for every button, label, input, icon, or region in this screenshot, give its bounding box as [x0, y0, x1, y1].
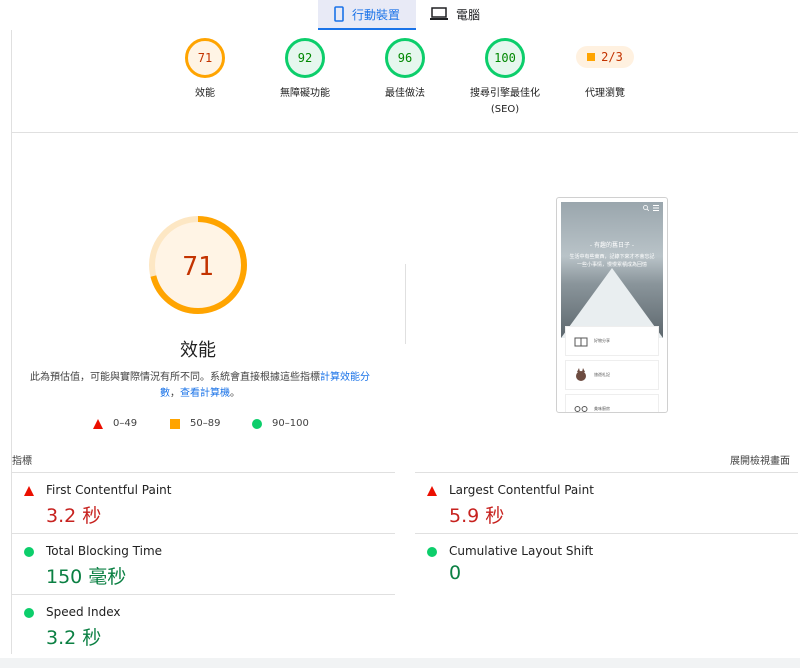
metric-fcp: First Contentful Paint 3.2 秒: [12, 472, 395, 533]
gauge-pwa[interactable]: 2/3: [576, 46, 634, 68]
metric-name: First Contentful Paint: [46, 483, 172, 497]
vertical-divider: [405, 264, 406, 344]
gauge-best-practices[interactable]: 96: [385, 38, 425, 78]
card-label: 好物分享: [594, 338, 610, 343]
gauge-label-pwa: 代理瀏覽: [585, 88, 625, 99]
card-1: 好物分享: [565, 326, 659, 356]
legend-range: 50–89: [190, 418, 221, 429]
square-icon: [587, 53, 596, 61]
legend-range: 90–100: [272, 418, 309, 429]
metrics-label: 指標: [12, 456, 32, 467]
desktop-icon: [430, 7, 448, 20]
metric-tbt: Total Blocking Time 150 毫秒: [12, 533, 395, 594]
gauge-label-best-practices: 最佳做法: [385, 88, 425, 99]
cat-icon: [576, 368, 586, 381]
tab-desktop-label: 電腦: [456, 7, 481, 22]
hero-title: - 有趣的舊日子 -: [589, 242, 635, 249]
metric-name: Cumulative Layout Shift: [449, 544, 594, 558]
legend-pass: 90–100: [252, 418, 309, 429]
view-calculator-link[interactable]: 查看計算機: [180, 388, 230, 399]
bottom-bar: [0, 658, 800, 668]
card-label: 旅遊札記: [594, 372, 610, 377]
pwa-value: 2/3: [601, 50, 623, 64]
tab-mobile-label: 行動裝置: [351, 7, 400, 22]
tab-mobile[interactable]: 行動裝置: [318, 0, 416, 30]
page-screenshot[interactable]: - 有趣的舊日子 - 生活中有些東西，記錄下來才不會忘記 一些小事情，慢慢累積成…: [556, 197, 668, 413]
gauge-performance[interactable]: 71: [185, 38, 225, 78]
section-divider: [12, 132, 798, 133]
metric-name: Largest Contentful Paint: [449, 483, 594, 497]
glasses-icon: [574, 406, 588, 412]
gauge-label-seo-line1: 搜尋引擎最佳化: [470, 88, 540, 99]
box-icon: [574, 337, 588, 347]
device-tabs: 行動裝置 電腦: [0, 0, 800, 30]
gauge-label-seo: 搜尋引擎最佳化 (SEO): [455, 86, 555, 118]
metric-value: 5.9 秒: [449, 505, 505, 527]
metric-value: 3.2 秒: [46, 627, 102, 649]
triangle-icon: [24, 486, 34, 496]
desc-sep: ，: [170, 388, 180, 399]
metric-value: 3.2 秒: [46, 505, 102, 527]
metric-value: 150 毫秒: [46, 566, 127, 588]
legend-average: 50–89: [170, 418, 220, 429]
triangle-icon: [93, 418, 103, 429]
desc-text: 此為預估值，可能與實際情況有所不同。系統會直接根據這些指標: [30, 372, 320, 383]
performance-description: 此為預估值，可能與實際情況有所不同。系統會直接根據這些指標計算效能分數，查看計算…: [30, 370, 370, 402]
gauge-score: 92: [297, 51, 313, 65]
search-icon: [643, 205, 649, 211]
card-3: 美味廚房: [565, 394, 659, 412]
hero-line-1: 生活中有些東西，記錄下來才不會忘記: [569, 254, 655, 260]
menu-icon: [653, 205, 659, 211]
gauge-accessibility[interactable]: 92: [285, 38, 325, 78]
circle-icon: [252, 418, 262, 429]
metric-lcp: Largest Contentful Paint 5.9 秒: [415, 472, 798, 533]
card-label: 美味廚房: [594, 406, 610, 411]
tab-desktop[interactable]: 電腦: [430, 0, 510, 28]
hero-image: - 有趣的舊日子 - 生活中有些東西，記錄下來才不會忘記 一些小事情，慢慢累積成…: [561, 202, 663, 338]
expand-view-toggle[interactable]: 展開檢視畫面: [730, 452, 790, 467]
square-icon: [170, 418, 180, 429]
gauge-label-seo-line2: (SEO): [490, 104, 520, 115]
gauge-label-performance: 效能: [195, 88, 215, 99]
gauge-score: 71: [197, 51, 213, 65]
gauge-score: 100: [494, 51, 516, 65]
circle-icon: [24, 547, 34, 557]
performance-gauge: 71: [149, 216, 247, 314]
circle-icon: [24, 608, 34, 618]
card-2: 旅遊札記: [565, 360, 659, 390]
performance-title: 效能: [180, 340, 216, 361]
performance-score: 71: [182, 252, 213, 282]
metric-name: Speed Index: [46, 605, 121, 619]
legend-range: 0–49: [113, 418, 138, 429]
metric-si: Speed Index 3.2 秒: [12, 594, 395, 655]
metric-cls: Cumulative Layout Shift 0: [415, 533, 798, 594]
gauge-score: 96: [397, 51, 413, 65]
circle-icon: [427, 547, 437, 557]
hero-line-2: 一些小事情，慢慢累積成為回憶: [576, 262, 647, 268]
metric-value: 0: [449, 562, 462, 584]
gauge-label-accessibility: 無障礙功能: [280, 88, 330, 99]
legend-fail: 0–49: [93, 418, 137, 429]
triangle-icon: [427, 486, 437, 496]
desc-end: 。: [230, 388, 240, 399]
mobile-icon: [334, 6, 344, 22]
metric-name: Total Blocking Time: [46, 544, 163, 558]
gauge-seo[interactable]: 100: [485, 38, 525, 78]
